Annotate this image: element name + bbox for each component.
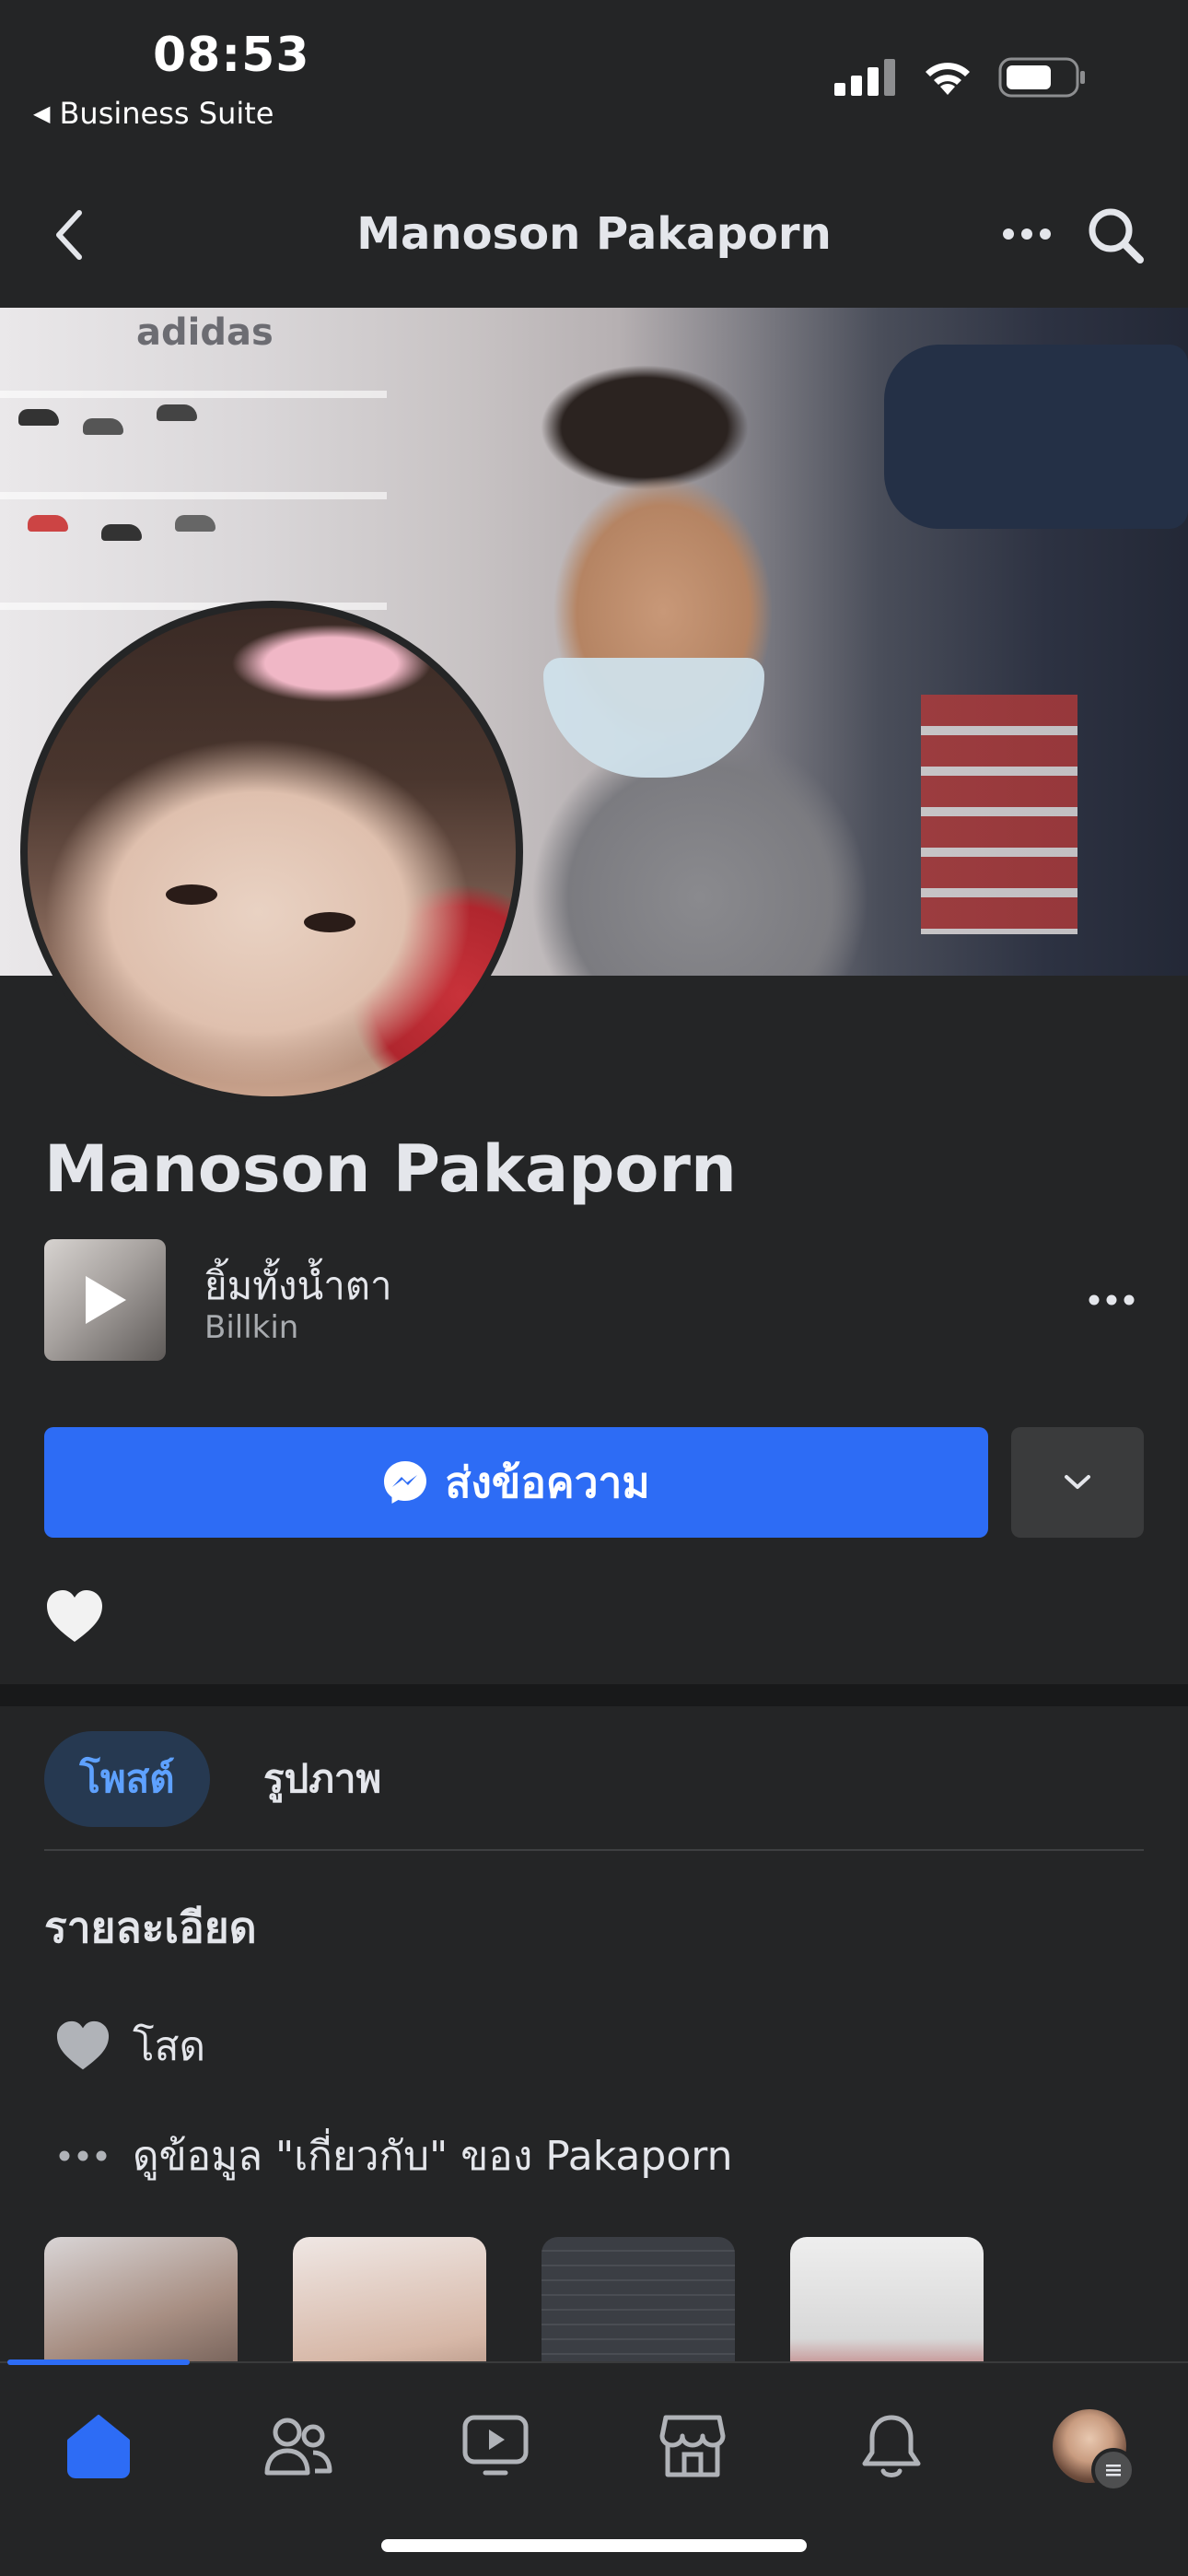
profile-name: Manoson Pakaporn [44,1131,737,1207]
friends-tab[interactable] [252,2400,344,2492]
friends-icon [264,2418,332,2476]
back-triangle-icon: ◀ [33,100,51,126]
face-mask [543,658,764,778]
search-icon [1089,208,1144,263]
menu-tab[interactable] [1043,2400,1136,2492]
menu-avatar [1053,2409,1136,2492]
back-app-label: Business Suite [59,96,274,131]
photo-thumbnail[interactable] [790,2237,984,2362]
marketplace-tab[interactable] [646,2400,739,2492]
avatar-detail [304,912,355,932]
navigation-bar: Manoson Pakaporn [0,175,1188,295]
wifi-icon [926,63,970,95]
photo-thumbnail[interactable] [44,2237,238,2362]
music-artist: Billkin [204,1309,299,1346]
photo-thumbnails [44,2237,1188,2362]
send-message-label: ส่งข้อความ [445,1457,650,1507]
messenger-icon [384,1461,427,1504]
see-about-link[interactable]: ดูข้อมูล "เกี่ยวกับ" ของ Pakaporn [44,2119,732,2193]
cover-brand-text: adidas [136,311,274,354]
status-bar: 08:53 ◀ Business Suite [0,0,1188,147]
shoe [157,404,197,421]
cellular-signal-icon [834,59,895,96]
status-time: 08:53 [153,28,310,83]
home-icon [67,2415,130,2478]
heart-icon[interactable] [44,1588,105,1645]
bag [884,345,1188,529]
video-tab[interactable] [449,2400,542,2492]
relationship-status: โสด [133,2023,206,2070]
photo-thumbnail[interactable] [293,2237,486,2362]
marketplace-icon [659,2415,726,2477]
music-more-button[interactable] [1079,1282,1144,1318]
profile-page: 08:53 ◀ Business Suite Manoson Pakaporn … [0,0,1188,2576]
active-tab-indicator [7,2359,190,2365]
shoe [18,409,59,426]
tab-separator [44,1849,1144,1851]
profile-avatar[interactable] [20,601,523,1104]
photo-thumbnail[interactable] [542,2237,735,2362]
tab-photos[interactable]: รูปภาพ [263,1731,381,1827]
shoe-boxes [921,695,1077,934]
chevron-down-icon [1065,1475,1090,1489]
home-indicator [381,2539,807,2552]
music-thumbnail[interactable] [44,1239,166,1361]
more-horizontal-icon [1003,228,1051,240]
section-divider [0,1684,1188,1706]
home-tab[interactable] [52,2400,145,2492]
heart-icon [44,2020,122,2073]
notifications-icon [862,2415,921,2477]
music-title: ยิ้มทั้งน้ำตา [204,1263,392,1308]
more-horizontal-icon [1089,1294,1135,1306]
more-actions-dropdown[interactable] [1011,1427,1144,1538]
tab-posts[interactable]: โพสต์ [44,1731,210,1827]
shoe [101,524,142,541]
shelf [0,492,387,499]
shoe [28,515,68,532]
send-message-button[interactable]: ส่งข้อความ [44,1427,988,1538]
details-heading: รายละเอียด [44,1903,257,1952]
see-about-text: ดูข้อมูล "เกี่ยวกับ" ของ Pakaporn [133,2133,733,2180]
avatar-detail [166,884,217,905]
search-button[interactable] [1079,199,1153,273]
menu-icon [1091,2448,1136,2492]
video-icon [462,2415,529,2476]
more-options-button[interactable] [995,216,1059,252]
shelf [0,391,387,398]
shoe [83,418,123,435]
battery-icon [998,57,1085,98]
back-to-app-link[interactable]: ◀ Business Suite [33,96,274,131]
play-icon [86,1276,126,1324]
relationship-row: โสด [44,2009,205,2083]
shoe [175,515,215,532]
profile-music[interactable]: ยิ้มทั้งน้ำตา Billkin [44,1239,1144,1361]
more-horizontal-icon [44,2150,122,2161]
notifications-tab[interactable] [845,2400,938,2492]
status-icons [834,57,1087,98]
